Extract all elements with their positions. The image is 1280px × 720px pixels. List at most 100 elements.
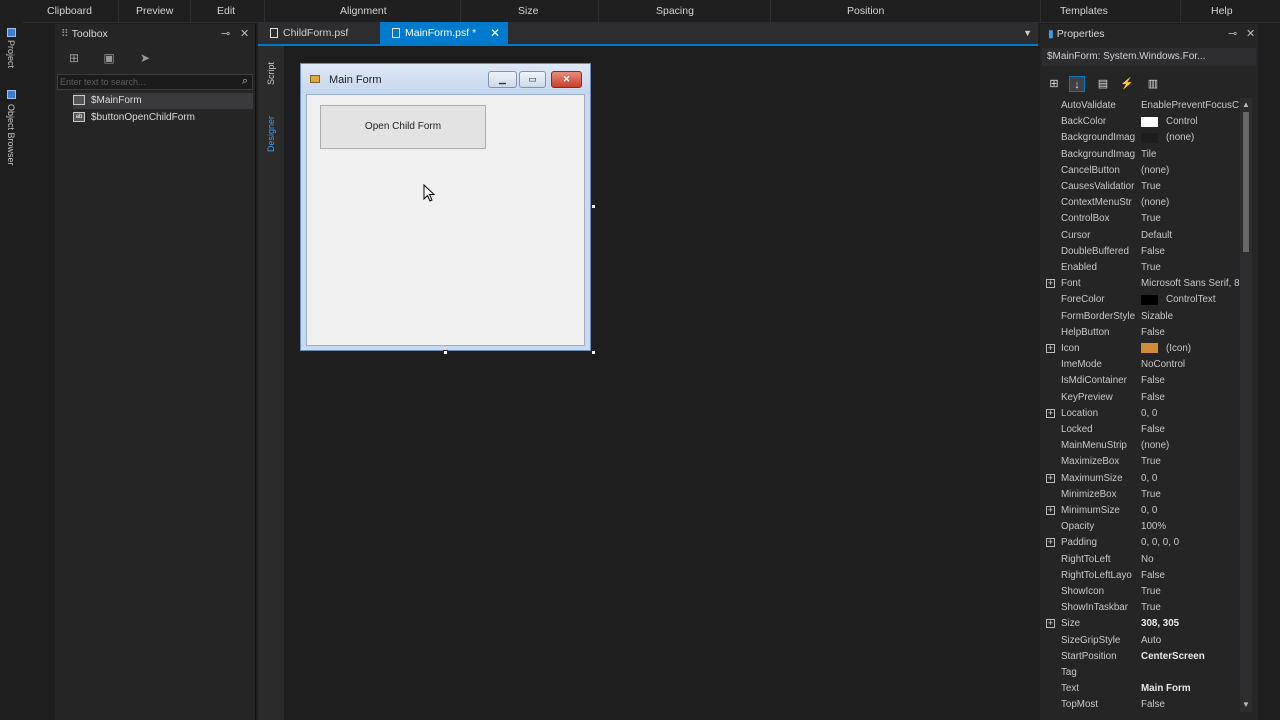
property-row[interactable]: TopMost False <box>1040 697 1248 713</box>
form-window[interactable]: Main Form ▁ ▭ ✕ Open Child Form <box>300 63 591 351</box>
property-row[interactable]: MainMenuStrip (none) <box>1040 438 1248 454</box>
resize-handle-right[interactable] <box>591 204 596 209</box>
property-row[interactable]: BackgroundImag Tile <box>1040 147 1248 163</box>
property-value[interactable]: Sizable <box>1141 309 1248 325</box>
property-value[interactable]: NoControl <box>1141 357 1248 373</box>
tab-object-browser[interactable]: Object Browser <box>6 104 16 166</box>
toolbox-search-input[interactable] <box>60 76 230 88</box>
property-row[interactable]: FormBorderStyle Sizable <box>1040 309 1248 325</box>
property-value[interactable]: Control <box>1141 114 1248 130</box>
property-value[interactable]: (Icon) <box>1141 341 1248 357</box>
property-value[interactable]: Main Form <box>1141 681 1248 697</box>
property-row[interactable]: CancelButton (none) <box>1040 163 1248 179</box>
property-row[interactable]: DoubleBuffered False <box>1040 244 1248 260</box>
property-value[interactable]: False <box>1141 568 1248 584</box>
chevron-down-icon[interactable]: ▼ <box>1023 22 1032 44</box>
properties-view-icon[interactable]: ▤ <box>1095 76 1111 92</box>
tab-project[interactable]: Project <box>6 40 16 68</box>
tab-mainform[interactable]: MainForm.psf * ✕ <box>380 22 508 44</box>
property-value[interactable]: False <box>1141 390 1248 406</box>
object-selector-dropdown[interactable]: $MainForm: System.Windows.For... <box>1042 48 1256 66</box>
property-row[interactable]: ContextMenuStr (none) <box>1040 195 1248 211</box>
property-row[interactable]: KeyPreview False <box>1040 390 1248 406</box>
property-row[interactable]: + Location 0, 0 <box>1040 406 1248 422</box>
property-row[interactable]: ShowIcon True <box>1040 584 1248 600</box>
tab-childform[interactable]: ChildForm.psf <box>258 22 378 44</box>
tab-script[interactable]: Script <box>266 62 276 85</box>
property-row[interactable]: Tag <box>1040 665 1248 681</box>
property-value[interactable]: 100% <box>1141 519 1248 535</box>
scroll-up-icon[interactable]: ▲ <box>1242 100 1250 109</box>
categorized-icon[interactable]: ⊞ <box>1046 76 1062 92</box>
ribbon-group-position[interactable]: Position <box>847 5 884 17</box>
ribbon-group-edit[interactable]: Edit <box>217 5 235 17</box>
property-pages-icon[interactable]: ▥ <box>1145 76 1161 92</box>
property-row[interactable]: Enabled True <box>1040 260 1248 276</box>
ribbon-group-clipboard[interactable]: Clipboard <box>47 5 92 17</box>
property-row[interactable]: Cursor Default <box>1040 228 1248 244</box>
expand-icon[interactable]: + <box>1046 506 1055 515</box>
resize-handle-corner[interactable] <box>591 350 596 355</box>
pointer-icon[interactable]: ➤ <box>137 51 153 65</box>
expand-icon[interactable]: + <box>1046 279 1055 289</box>
toolbox-search-field[interactable]: ⌕ <box>57 74 253 90</box>
property-value[interactable]: CenterScreen <box>1141 649 1248 665</box>
expand-icon[interactable]: + <box>1046 344 1055 353</box>
property-row[interactable]: BackgroundImag (none) <box>1040 130 1248 146</box>
tree-item-button[interactable]: ab $buttonOpenChildForm <box>73 110 253 126</box>
property-row[interactable]: + Font Microsoft Sans Serif, 8 <box>1040 276 1248 292</box>
property-row[interactable]: AutoValidate EnablePreventFocusC <box>1040 98 1248 114</box>
property-value[interactable]: 0, 0 <box>1141 471 1248 487</box>
expand-icon[interactable]: + <box>1046 408 1055 418</box>
events-icon[interactable]: ⚡ <box>1119 76 1135 92</box>
property-row[interactable]: Locked False <box>1040 422 1248 438</box>
property-value[interactable]: False <box>1141 697 1248 713</box>
close-icon[interactable]: ✕ <box>490 22 500 44</box>
property-value[interactable]: False <box>1141 422 1248 438</box>
property-value[interactable]: False <box>1141 325 1248 341</box>
properties-scrollbar[interactable]: ▲ ▼ <box>1240 98 1252 712</box>
property-value[interactable]: True <box>1141 179 1248 195</box>
property-value[interactable]: ControlText <box>1141 292 1248 308</box>
property-row[interactable]: SizeGripStyle Auto <box>1040 633 1248 649</box>
property-value[interactable]: True <box>1141 584 1248 600</box>
open-child-form-button[interactable]: Open Child Form <box>320 105 486 149</box>
property-value[interactable]: (none) <box>1141 438 1248 454</box>
pin-icon[interactable]: ⊸ <box>221 27 230 40</box>
property-row[interactable]: Text Main Form <box>1040 681 1248 697</box>
property-value[interactable]: No <box>1141 552 1248 568</box>
close-icon[interactable]: ✕ <box>1246 27 1255 40</box>
property-row[interactable]: StartPosition CenterScreen <box>1040 649 1248 665</box>
form-titlebar[interactable]: Main Form ▁ ▭ ✕ <box>301 64 590 94</box>
property-value[interactable]: False <box>1141 244 1248 260</box>
property-value[interactable]: (none) <box>1141 163 1248 179</box>
ribbon-group-size[interactable]: Size <box>518 5 538 17</box>
property-row[interactable]: RightToLeft No <box>1040 552 1248 568</box>
property-value[interactable]: True <box>1141 454 1248 470</box>
property-row[interactable]: ImeMode NoControl <box>1040 357 1248 373</box>
expand-icon[interactable]: + <box>1046 473 1055 483</box>
property-value[interactable]: (none) <box>1141 130 1248 146</box>
property-value[interactable]: False <box>1141 373 1248 389</box>
alphabetical-icon[interactable]: ↓ <box>1069 76 1085 92</box>
expand-icon[interactable]: + <box>1046 538 1055 548</box>
property-value[interactable]: True <box>1141 211 1248 227</box>
close-icon[interactable]: ✕ <box>240 27 249 40</box>
property-row[interactable]: RightToLeftLayo False <box>1040 568 1248 584</box>
scrollbar-thumb[interactable] <box>1243 112 1249 252</box>
ribbon-group-alignment[interactable]: Alignment <box>340 5 387 17</box>
property-row[interactable]: Opacity 100% <box>1040 519 1248 535</box>
property-value[interactable]: 0, 0, 0, 0 <box>1141 535 1248 551</box>
ribbon-group-help[interactable]: Help <box>1211 5 1233 17</box>
property-value[interactable]: True <box>1141 600 1248 616</box>
property-value[interactable]: EnablePreventFocusC <box>1141 98 1248 114</box>
property-row[interactable]: + Size 308, 305 <box>1040 616 1248 632</box>
property-value[interactable]: True <box>1141 260 1248 276</box>
controls-icon[interactable]: ⊞ <box>66 51 82 65</box>
property-value[interactable]: Default <box>1141 228 1248 244</box>
ribbon-group-templates[interactable]: Templates <box>1060 5 1108 17</box>
property-row[interactable]: + MinimumSize 0, 0 <box>1040 503 1248 519</box>
pin-icon[interactable]: ⊸ <box>1228 27 1237 40</box>
property-row[interactable]: + Icon (Icon) <box>1040 341 1248 357</box>
property-row[interactable]: BackColor Control <box>1040 114 1248 130</box>
